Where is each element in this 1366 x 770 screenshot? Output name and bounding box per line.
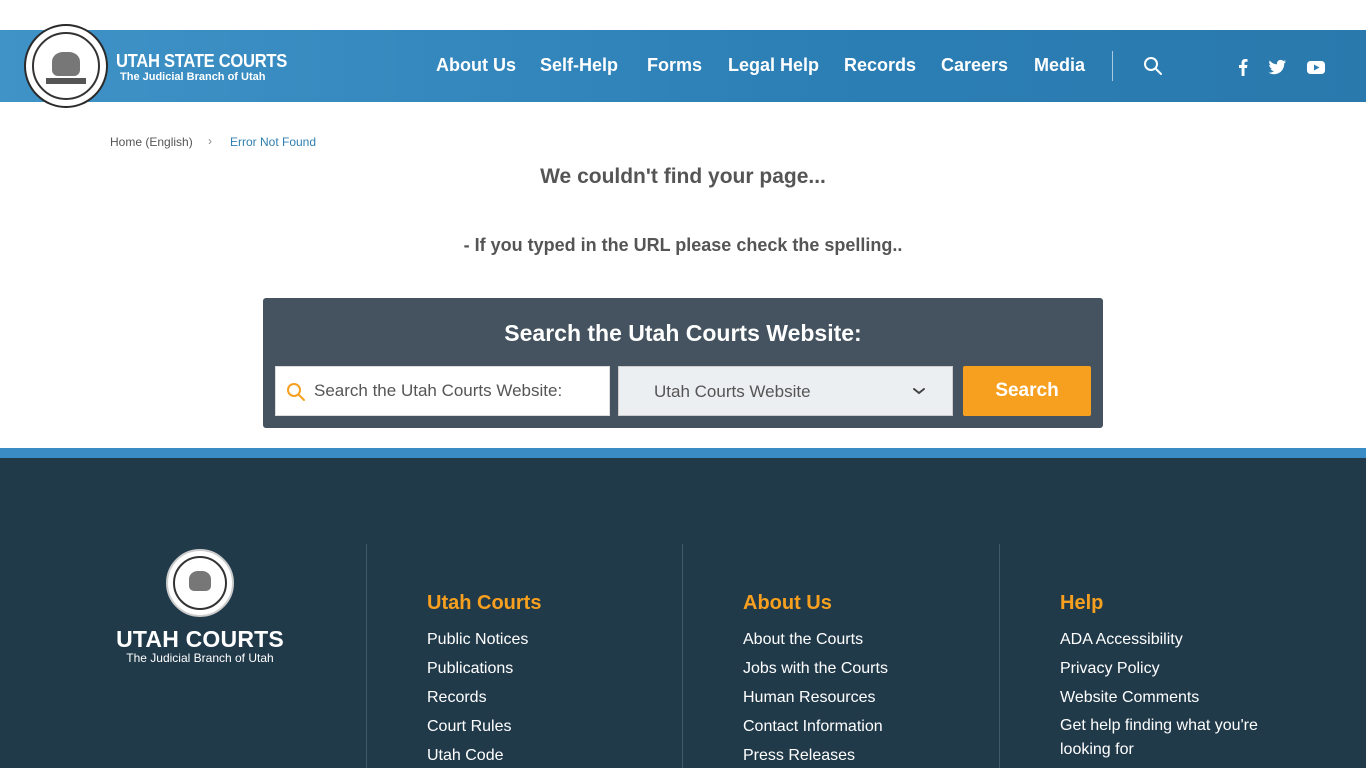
footer-link-jobs[interactable]: Jobs with the Courts bbox=[743, 654, 888, 683]
nav-careers[interactable]: Careers bbox=[941, 55, 1008, 76]
footer-link-publications[interactable]: Publications bbox=[427, 654, 528, 683]
footer-link-contact-information[interactable]: Contact Information bbox=[743, 712, 888, 741]
footer-brand-title: UTAH COURTS bbox=[116, 626, 284, 652]
search-button[interactable]: Search bbox=[963, 366, 1091, 416]
page-title: We couldn't find your page... bbox=[540, 165, 826, 188]
search-icon[interactable] bbox=[1143, 56, 1163, 76]
footer-brand-subtitle: The Judicial Branch of Utah bbox=[126, 651, 274, 665]
footer-link-website-comments[interactable]: Website Comments bbox=[1060, 683, 1270, 712]
facebook-icon[interactable] bbox=[1233, 57, 1253, 77]
brand-subtitle: The Judicial Branch of Utah bbox=[120, 71, 266, 83]
footer-column-divider bbox=[999, 544, 1000, 768]
nav-media[interactable]: Media bbox=[1034, 55, 1085, 76]
footer-links-about-us: About the Courts Jobs with the Courts Hu… bbox=[743, 625, 888, 770]
breadcrumb-current: Error Not Found bbox=[230, 135, 317, 149]
nav-self-help[interactable]: Self-Help bbox=[540, 55, 618, 76]
footer-column-divider bbox=[682, 544, 683, 768]
brand-title[interactable]: UTAH STATE COURTS bbox=[116, 51, 287, 72]
search-input-wrapper[interactable] bbox=[275, 366, 610, 416]
nav-about-us[interactable]: About Us bbox=[436, 55, 516, 76]
footer-link-public-notices[interactable]: Public Notices bbox=[427, 625, 528, 654]
footer-link-about-the-courts[interactable]: About the Courts bbox=[743, 625, 888, 654]
twitter-icon[interactable] bbox=[1267, 57, 1287, 77]
footer-link-get-help[interactable]: Get help finding what you're looking for bbox=[1060, 712, 1270, 762]
top-strip bbox=[0, 0, 1366, 30]
search-scope-select[interactable]: Utah Courts Website bbox=[618, 366, 953, 416]
nav-legal-help[interactable]: Legal Help bbox=[728, 55, 819, 76]
footer-seal-logo[interactable] bbox=[166, 549, 234, 617]
footer-links-help: ADA Accessibility Privacy Policy Website… bbox=[1060, 625, 1270, 762]
youtube-icon[interactable] bbox=[1306, 57, 1326, 77]
footer-column-divider bbox=[366, 544, 367, 768]
footer-links-utah-courts: Public Notices Publications Records Cour… bbox=[427, 625, 528, 770]
nav-records[interactable]: Records bbox=[844, 55, 916, 76]
utah-courts-seal-logo[interactable] bbox=[24, 24, 108, 108]
footer-link-ada-accessibility[interactable]: ADA Accessibility bbox=[1060, 625, 1270, 654]
beehive-icon bbox=[189, 571, 211, 591]
breadcrumb-chevron-icon: › bbox=[208, 134, 212, 148]
footer-heading-help: Help bbox=[1060, 592, 1104, 614]
footer-link-privacy-policy[interactable]: Privacy Policy bbox=[1060, 654, 1270, 683]
search-input[interactable] bbox=[314, 367, 604, 415]
footer-link-press-releases[interactable]: Press Releases bbox=[743, 741, 888, 770]
beehive-icon bbox=[52, 52, 80, 76]
search-icon bbox=[287, 383, 305, 401]
footer-heading-utah-courts: Utah Courts bbox=[427, 592, 542, 614]
breadcrumb-home[interactable]: Home (English) bbox=[110, 135, 193, 149]
nav-divider bbox=[1112, 51, 1113, 81]
footer-link-records[interactable]: Records bbox=[427, 683, 528, 712]
site-search-panel: Search the Utah Courts Website: Utah Cou… bbox=[263, 298, 1103, 428]
nav-forms[interactable]: Forms bbox=[647, 55, 702, 76]
chevron-down-icon bbox=[913, 388, 925, 395]
footer-link-human-resources[interactable]: Human Resources bbox=[743, 683, 888, 712]
footer-heading-about-us: About Us bbox=[743, 592, 832, 614]
seal-base bbox=[46, 78, 86, 84]
search-scope-value: Utah Courts Website bbox=[654, 382, 811, 401]
footer-link-utah-code[interactable]: Utah Code bbox=[427, 741, 528, 770]
footer-accent-band bbox=[0, 448, 1366, 458]
spelling-hint: - If you typed in the URL please check t… bbox=[463, 235, 903, 255]
search-panel-title: Search the Utah Courts Website: bbox=[504, 320, 862, 346]
footer-link-court-rules[interactable]: Court Rules bbox=[427, 712, 528, 741]
